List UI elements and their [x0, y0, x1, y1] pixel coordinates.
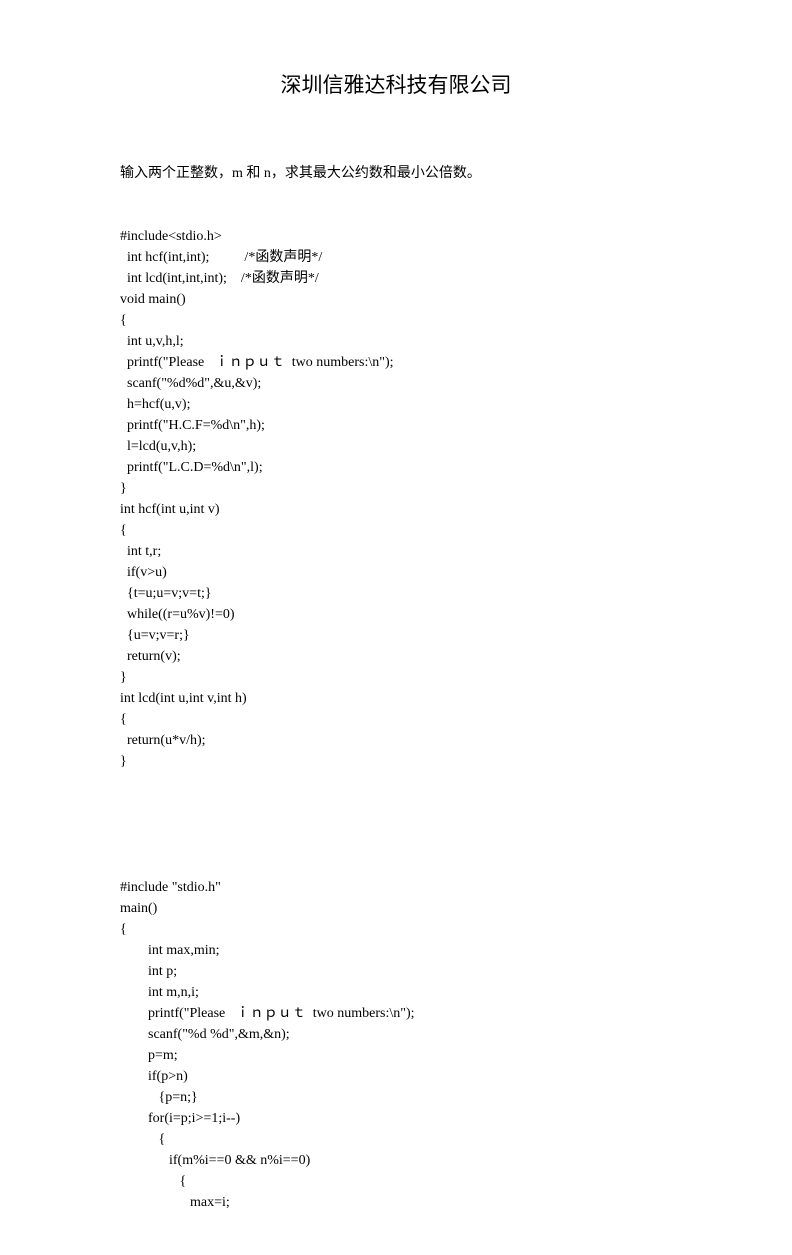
code-line: } — [120, 667, 672, 688]
code-line: int u,v,h,l; — [120, 331, 672, 352]
code-line: if(m%i==0 && n%i==0) — [120, 1150, 672, 1171]
document-body: 输入两个正整数，m 和 n，求其最大公约数和最小公倍数。 #include<st… — [120, 121, 672, 1255]
code-block-1: #include<stdio.h> int hcf(int,int); /*函数… — [120, 226, 672, 772]
code-line: printf("Please ｉｎｐｕｔ two numbers:\n"); — [120, 1003, 672, 1024]
code-line: { — [120, 709, 672, 730]
intro-text: 输入两个正整数，m 和 n，求其最大公约数和最小公倍数。 — [120, 163, 672, 184]
document-page: 深圳信雅达科技有限公司 输入两个正整数，m 和 n，求其最大公约数和最小公倍数。… — [0, 0, 792, 1120]
code-line: for(i=p;i>=1;i--) — [120, 1108, 672, 1129]
code-line: int p; — [120, 961, 672, 982]
code-line: int max,min; — [120, 940, 672, 961]
code-line: scanf("%d%d",&u,&v); — [120, 373, 672, 394]
code-line: printf("H.C.F=%d\n",h); — [120, 415, 672, 436]
code-line: { — [120, 1129, 672, 1150]
code-line: } — [120, 478, 672, 499]
code-line: { — [120, 919, 672, 940]
code-line: } — [120, 751, 672, 772]
code-line: { — [120, 1171, 672, 1192]
code-line: #include "stdio.h" — [120, 877, 672, 898]
code-line: main() — [120, 898, 672, 919]
code-line: if(v>u) — [120, 562, 672, 583]
code-line: l=lcd(u,v,h); — [120, 436, 672, 457]
code-line: {p=n;} — [120, 1087, 672, 1108]
code-line: #include<stdio.h> — [120, 226, 672, 247]
code-line: int t,r; — [120, 541, 672, 562]
page-title: 深圳信雅达科技有限公司 — [120, 69, 672, 99]
code-line: printf("L.C.D=%d\n",l); — [120, 457, 672, 478]
code-line: while((r=u%v)!=0) — [120, 604, 672, 625]
code-line: int lcd(int,int,int); /*函数声明*/ — [120, 268, 672, 289]
code-line: printf("Please ｉｎｐｕｔ two numbers:\n"); — [120, 352, 672, 373]
code-line: {t=u;u=v;v=t;} — [120, 583, 672, 604]
code-line: int hcf(int,int); /*函数声明*/ — [120, 247, 672, 268]
code-line: if(p>n) — [120, 1066, 672, 1087]
code-line: void main() — [120, 289, 672, 310]
code-line: { — [120, 310, 672, 331]
code-line: p=m; — [120, 1045, 672, 1066]
code-line: { — [120, 520, 672, 541]
code-line: scanf("%d %d",&m,&n); — [120, 1024, 672, 1045]
code-line: {u=v;v=r;} — [120, 625, 672, 646]
code-line: max=i; — [120, 1192, 672, 1213]
code-line: int lcd(int u,int v,int h) — [120, 688, 672, 709]
code-line: return(u*v/h); — [120, 730, 672, 751]
code-line: return(v); — [120, 646, 672, 667]
code-block-2: #include "stdio.h"main(){ int max,min; i… — [120, 877, 672, 1213]
code-line: int m,n,i; — [120, 982, 672, 1003]
code-line: int hcf(int u,int v) — [120, 499, 672, 520]
blank-line — [120, 814, 672, 835]
code-line: h=hcf(u,v); — [120, 394, 672, 415]
